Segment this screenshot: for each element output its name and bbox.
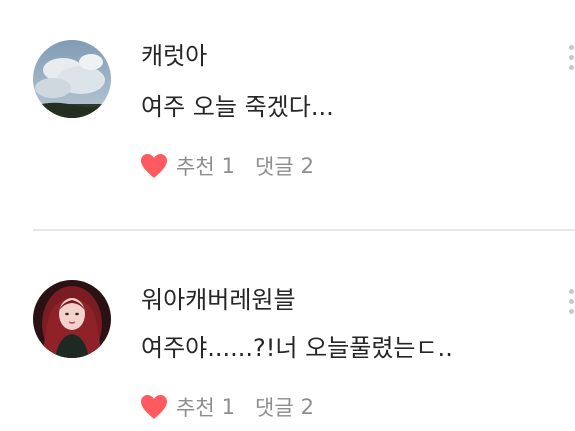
comment-author[interactable]: 워아캐버레원블 xyxy=(141,285,296,315)
like-count: 1 xyxy=(221,395,236,419)
person-red-hair-avatar-image xyxy=(33,280,111,358)
comment-author[interactable]: 캐럿아 xyxy=(141,41,207,71)
like-label[interactable]: 추천 xyxy=(176,392,215,422)
reply-count: 2 xyxy=(300,154,315,178)
like-label[interactable]: 추천 xyxy=(176,151,215,181)
comment-text: 여주야......?!너 오늘풀렸는ㄷ.. xyxy=(141,334,453,362)
comment-item: 워아캐버레원블 여주야......?!너 오늘풀렸는ㄷ.. 추천 1 댓글 2 xyxy=(0,232,575,431)
comment-actions: 추천 1 댓글 2 xyxy=(140,151,314,181)
reply-count: 2 xyxy=(300,395,315,419)
like-count: 1 xyxy=(221,154,236,178)
divider xyxy=(33,229,575,231)
comment-item: 캐럿아 여주 오늘 죽겠다... 추천 1 댓글 2 xyxy=(0,0,575,231)
more-vertical-icon[interactable] xyxy=(569,45,575,70)
more-vertical-icon[interactable] xyxy=(569,289,575,314)
avatar[interactable] xyxy=(33,40,111,118)
reply-label[interactable]: 댓글 xyxy=(255,392,294,422)
comment-text: 여주 오늘 죽겠다... xyxy=(141,93,334,121)
heart-icon[interactable] xyxy=(140,153,168,179)
heart-icon[interactable] xyxy=(140,394,168,420)
avatar[interactable] xyxy=(33,280,111,358)
sky-clouds-avatar-image xyxy=(33,40,111,118)
comment-actions: 추천 1 댓글 2 xyxy=(140,392,314,422)
reply-label[interactable]: 댓글 xyxy=(255,151,294,181)
